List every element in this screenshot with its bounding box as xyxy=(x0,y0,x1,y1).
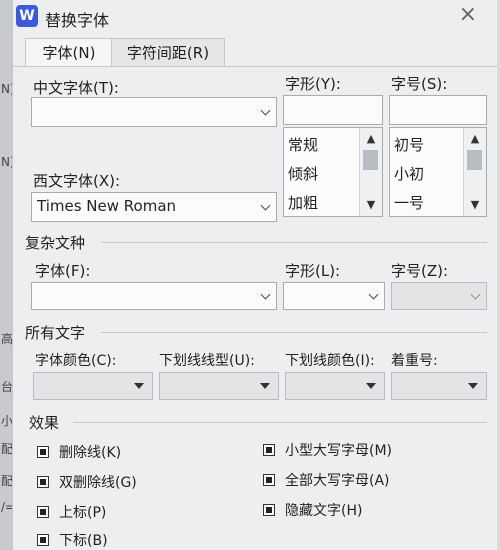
western-font-label: 西文字体(X): xyxy=(33,172,121,190)
font-style-list[interactable]: 常规 倾斜 加粗 ▲ ▼ xyxy=(283,127,383,217)
complex-font-label: 字体(F): xyxy=(35,262,91,280)
chevron-down-icon xyxy=(470,289,481,300)
strikethrough-checkbox[interactable]: 删除线(K) xyxy=(37,442,121,462)
close-icon[interactable]: × xyxy=(459,2,477,27)
scroll-thumb[interactable] xyxy=(467,150,482,170)
replace-font-dialog: W 替换字体 × 字体(N) 字符间距(R) 中文字体(T): 字形(Y): 常… xyxy=(12,0,497,550)
checkbox-icon xyxy=(37,506,49,518)
checkbox-icon xyxy=(37,476,49,488)
scroll-up-icon[interactable]: ▲ xyxy=(464,130,486,148)
title-bar: W 替换字体 × xyxy=(13,0,497,34)
scroll-thumb[interactable] xyxy=(363,150,378,170)
complex-style-select[interactable] xyxy=(283,282,385,310)
chinese-font-select[interactable] xyxy=(31,97,277,127)
checkbox-icon xyxy=(263,504,275,516)
dropdown-arrow-icon xyxy=(468,383,478,389)
list-item[interactable]: 常规 xyxy=(288,134,318,155)
complex-style-label: 字形(L): xyxy=(285,262,341,280)
tab-character-spacing[interactable]: 字符间距(R) xyxy=(111,38,225,67)
scroll-down-icon[interactable]: ▼ xyxy=(360,196,382,214)
tab-font[interactable]: 字体(N) xyxy=(25,38,113,67)
effects-heading: 效果 xyxy=(29,414,60,432)
double-strikethrough-checkbox[interactable]: 双删除线(G) xyxy=(37,472,137,492)
chevron-down-icon xyxy=(260,105,271,116)
tab-divider xyxy=(13,66,497,67)
font-size-label: 字号(S): xyxy=(391,75,448,93)
checkbox-icon xyxy=(263,444,275,456)
all-caps-checkbox[interactable]: 全部大写字母(A) xyxy=(263,470,390,490)
section-divider xyxy=(101,332,487,333)
chevron-down-icon xyxy=(260,200,271,211)
chevron-down-icon xyxy=(368,289,379,300)
complex-font-select[interactable] xyxy=(31,282,277,310)
underline-color-select[interactable] xyxy=(285,372,385,400)
list-item[interactable]: 倾斜 xyxy=(288,163,318,184)
section-divider xyxy=(101,242,487,243)
list-item[interactable]: 初号 xyxy=(394,134,424,155)
dropdown-arrow-icon xyxy=(366,383,376,389)
font-size-input[interactable] xyxy=(389,95,487,125)
underline-type-label: 下划线线型(U): xyxy=(159,353,255,369)
dropdown-arrow-icon xyxy=(134,383,144,389)
scroll-up-icon[interactable]: ▲ xyxy=(360,130,382,148)
list-item[interactable]: 小初 xyxy=(394,163,424,184)
emphasis-mark-select[interactable] xyxy=(391,372,487,400)
superscript-checkbox[interactable]: 上标(P) xyxy=(37,502,106,522)
subscript-checkbox[interactable]: 下标(B) xyxy=(37,530,108,550)
scroll-down-icon[interactable]: ▼ xyxy=(464,196,486,214)
hidden-text-checkbox[interactable]: 隐藏文字(H) xyxy=(263,500,362,520)
font-style-label: 字形(Y): xyxy=(285,75,341,93)
dropdown-arrow-icon xyxy=(260,383,270,389)
scrollbar[interactable]: ▲ ▼ xyxy=(359,128,382,216)
list-item[interactable]: 加粗 xyxy=(288,192,318,213)
list-item[interactable]: 一号 xyxy=(394,192,424,213)
font-color-label: 字体颜色(C): xyxy=(35,353,117,369)
font-style-input[interactable] xyxy=(283,95,383,125)
section-divider xyxy=(73,422,487,423)
underline-type-select[interactable] xyxy=(159,372,279,400)
chinese-font-label: 中文字体(T): xyxy=(33,79,119,97)
checkbox-icon xyxy=(37,446,49,458)
font-color-select[interactable] xyxy=(33,372,153,400)
chevron-down-icon xyxy=(260,289,271,300)
small-caps-checkbox[interactable]: 小型大写字母(M) xyxy=(263,440,392,460)
complex-script-heading: 复杂文种 xyxy=(25,234,86,252)
all-text-heading: 所有文字 xyxy=(25,324,86,342)
dialog-title: 替换字体 xyxy=(45,11,110,30)
underline-color-label: 下划线颜色(I): xyxy=(285,353,375,369)
western-font-select[interactable]: Times New Roman xyxy=(31,192,277,222)
font-size-list[interactable]: 初号 小初 一号 ▲ ▼ xyxy=(389,127,487,217)
checkbox-icon xyxy=(37,534,49,546)
complex-size-select[interactable] xyxy=(391,282,487,310)
wps-writer-icon: W xyxy=(16,5,38,27)
scrollbar[interactable]: ▲ ▼ xyxy=(463,128,486,216)
checkbox-icon xyxy=(263,474,275,486)
complex-size-label: 字号(Z): xyxy=(391,262,449,280)
emphasis-mark-label: 着重号: xyxy=(391,353,438,369)
